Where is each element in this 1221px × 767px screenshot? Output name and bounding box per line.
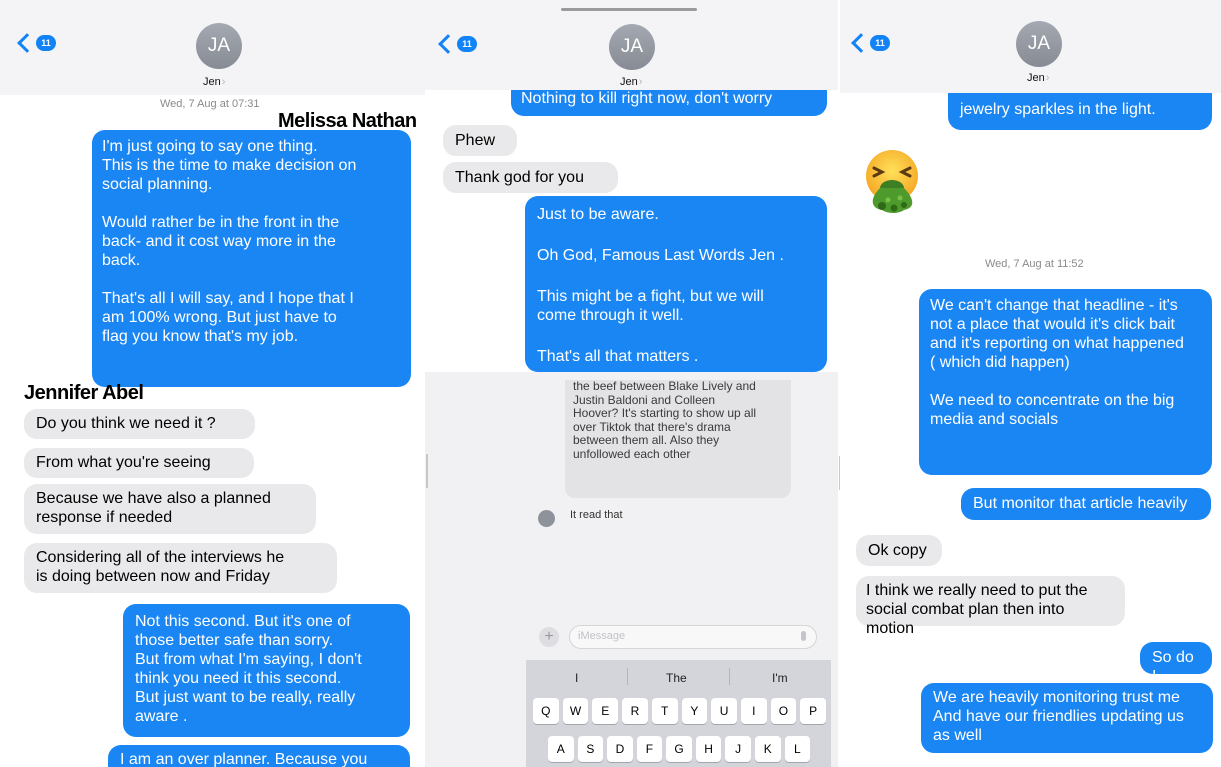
message-bubble-outgoing: I am an over planner. Because you [108,745,410,767]
back-button[interactable]: 11 [438,34,477,54]
avatar [538,510,555,527]
avatar[interactable]: JA [609,24,655,70]
compose-input[interactable]: iMessage [569,625,817,649]
message-bubble-incoming: Because we have also a planned response … [24,484,316,534]
key-row: Q W E R T Y U I O P [533,698,827,724]
keyboard-key[interactable]: O [770,698,797,724]
message-timestamp: Wed, 7 Aug at 07:31 [160,98,260,110]
message-bubble-incoming: From what you're seeing [24,448,254,478]
chevron-left-icon [851,33,871,53]
microphone-icon[interactable] [801,631,806,641]
conversation-panel-3: jewelry sparkles in the light. Wed, 7 Au… [840,0,1221,767]
conversation-header: 11 JA Jen› [425,0,838,90]
message-text: That's all that matters . [537,348,699,365]
keyboard-key[interactable]: D [607,736,633,762]
message-bubble-outgoing: Just to be aware. Oh God, Famous Last Wo… [525,196,827,372]
avatar[interactable]: JA [196,23,242,69]
keyboard-key[interactable]: H [695,736,722,762]
message-bubble-incoming: Phew [443,125,517,156]
conversation-header: 11 JA Jen› [840,0,1221,93]
conversation-panel-1: I'm just going to say one thing. This is… [0,0,425,767]
message-text: This might be a fight, but we will come … [537,288,764,324]
message-bubble-incoming: I think we really need to put the social… [856,576,1125,637]
chevron-left-icon [17,33,37,53]
plus-icon[interactable]: + [539,627,559,647]
quoted-message: the beef between Blake Lively and Justin… [565,379,791,498]
keyboard-key[interactable]: L [784,736,811,762]
avatar[interactable]: JA [1016,21,1062,67]
keyboard-key[interactable]: E [592,698,619,724]
reply-text: It read that [570,509,623,521]
message-text: Just to be aware. [537,206,659,223]
message-bubble-outgoing: We are heavily monitoring trust me And h… [921,683,1213,753]
suggestion-item[interactable]: The [666,671,687,685]
suggestion-item[interactable]: I'm [772,671,788,685]
contact-name[interactable]: Jen› [1027,72,1049,84]
keyboard-key[interactable]: F [636,736,663,762]
keyboard-key[interactable]: G [666,736,692,762]
sender-label: Melissa Nathan [278,110,417,132]
unread-badge: 11 [457,36,477,52]
message-bubble-incoming: Considering all of the interviews he is … [24,543,337,593]
keyboard-key[interactable]: W [562,698,589,724]
keyboard-key[interactable]: Q [533,698,559,724]
suggestion-item[interactable]: I [575,671,578,685]
unread-badge: 11 [870,35,890,51]
keyboard-key[interactable]: Y [681,698,708,724]
suggestion-divider [627,668,628,685]
message-timestamp: Wed, 7 Aug at 11:52 [985,258,1084,270]
scrollbar[interactable] [426,454,428,488]
message-bubble-incoming: Ok copy [856,535,942,566]
suggestion-bar: I The I'm [526,660,831,692]
back-button[interactable]: 11 [17,33,56,53]
unread-badge: 11 [36,35,56,51]
keyboard-key[interactable]: S [577,736,604,762]
message-bubble-incoming: Do you think we need it ? [24,409,255,439]
conversation-panel-2: Nothing to kill right now, don't worry P… [425,0,838,767]
conversation-header: 11 JA Jen› [0,0,425,95]
keyboard-key[interactable]: J [725,736,751,762]
compose-bar: + iMessage [535,624,823,650]
compose-placeholder: iMessage [578,630,626,642]
chevron-left-icon [438,34,458,54]
chevron-right-icon: › [638,76,643,88]
chevron-right-icon: › [221,76,226,88]
status-indicator [561,8,697,11]
keyboard-key[interactable]: U [711,698,737,724]
message-bubble-outgoing: But monitor that article heavily [961,488,1211,520]
contact-name-text: Jen [203,76,221,88]
keyboard-key[interactable]: K [754,736,781,762]
message-bubble-outgoing: Not this second. But it's one of those b… [123,604,410,737]
keyboard-key[interactable]: P [800,698,827,724]
sender-label: Jennifer Abel [24,382,144,404]
message-bubble-outgoing: We can't change that headline - it's not… [919,289,1212,475]
chevron-right-icon: › [1045,72,1050,84]
contact-name-text: Jen [1027,72,1045,84]
suggestion-divider [729,668,730,685]
message-bubble-outgoing: So do I [1140,642,1212,685]
keyboard-key[interactable]: I [740,698,767,724]
keyboard: I The I'm Q W E R T Y U I O P A S D F G … [526,660,831,767]
contact-name-text: Jen [620,76,638,88]
keyboard-key[interactable]: T [651,698,678,724]
message-bubble-incoming: Thank god for you [443,162,618,193]
message-text: Oh God, Famous Last Words Jen . [537,247,784,264]
vomiting-face-icon [860,148,924,214]
message-bubble-outgoing: I'm just going to say one thing. This is… [92,130,411,387]
contact-name[interactable]: Jen› [203,76,225,88]
back-button[interactable]: 11 [851,33,890,53]
key-row: A S D F G H J K L [548,736,811,762]
contact-name[interactable]: Jen› [620,76,642,88]
keyboard-key[interactable]: R [622,698,648,724]
keyboard-key[interactable]: A [548,736,574,762]
